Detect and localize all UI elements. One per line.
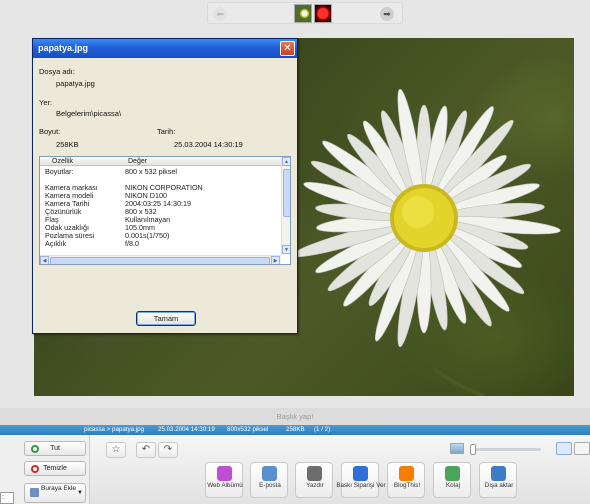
property-value: 800 x 532 piksel (125, 167, 177, 176)
date-label: Tarih: (157, 127, 176, 136)
column-header-value[interactable]: Değer (128, 158, 147, 165)
collage-button[interactable]: Kolaj (433, 462, 471, 498)
zoom-slider[interactable] (471, 448, 541, 451)
rotate-left-icon[interactable]: ↶ (136, 442, 156, 458)
album-icon (30, 488, 39, 497)
date-value: 25.03.2004 14:30:19 (174, 140, 243, 149)
bottom-toolbar: Tut Temizle Buraya Ekle ▼ : 3% ☆ ↶ ↷ Web… (0, 435, 590, 504)
filmstrip: ⬅ ➡ (207, 2, 403, 24)
blogger-icon (399, 466, 414, 481)
hold-label: Tut (50, 445, 60, 452)
properties-table: Özellik Değer Boyutlar: 800 x 532 piksel K… (39, 156, 291, 265)
caption-field[interactable]: Başlık yap! (0, 408, 590, 425)
filmstrip-view-icon[interactable] (574, 442, 590, 455)
web-album-button[interactable]: Web Albümü (205, 462, 243, 498)
info-position: (1 / 2) (314, 426, 331, 433)
toolbar-button-label: BlogThis! (393, 482, 421, 489)
rotate-right-icon[interactable]: ↷ (158, 442, 178, 458)
ok-button[interactable]: Tamam (136, 311, 196, 326)
size-label: Boyut: (39, 127, 61, 136)
table-header: Özellik Değer (40, 157, 281, 166)
image-size-icon (450, 443, 464, 454)
location-label: Yer: (39, 98, 53, 107)
size-value: 258KB (56, 140, 79, 149)
filename-value: papatya.jpg (56, 79, 95, 88)
export-button[interactable]: Dışa aktar (479, 462, 517, 498)
scroll-right-icon[interactable]: ▶ (271, 256, 280, 264)
add-here-label: Buraya Ekle (41, 485, 77, 492)
property-name: Boyutlar: (45, 167, 74, 176)
info-path: picassa > papatya.jpg (84, 426, 145, 433)
toolbar-button-label: Web Albümü (207, 482, 243, 489)
single-view-icon[interactable] (556, 442, 572, 455)
hold-button[interactable]: Tut (24, 441, 86, 456)
vertical-scrollbar[interactable]: ▲ ▼ (281, 157, 290, 255)
add-here-button[interactable]: Buraya Ekle ▼ (24, 483, 86, 503)
scrollbar-thumb[interactable] (50, 257, 270, 264)
property-name: Açıklık (45, 239, 67, 248)
dialog-title: papatya.jpg (33, 39, 297, 58)
info-size: 258KB (286, 426, 305, 433)
export-icon (491, 466, 506, 481)
table-row[interactable]: Açıklık f/8.0 (45, 240, 280, 248)
scrollbar-thumb[interactable] (283, 169, 290, 217)
toolbar-button-label: E-posta (259, 482, 281, 489)
scroll-left-icon[interactable]: ◀ (40, 256, 49, 264)
order-prints-button[interactable]: Baskı Siparişi Ver (336, 462, 386, 498)
thumbnail-red-flower[interactable] (314, 4, 332, 23)
horizontal-scrollbar[interactable]: ◀ ▶ (40, 255, 281, 264)
blogger-button[interactable]: BlogThis! (387, 462, 425, 498)
chevron-down-icon: ▼ (77, 490, 83, 496)
web-album-icon (217, 466, 232, 481)
clear-label: Temizle (43, 465, 67, 472)
hold-dot-icon (31, 445, 39, 453)
location-value: Belgelerim\picassa\ (56, 109, 122, 118)
table-row[interactable]: Pozlama süresi 0.001s(1/750) (45, 232, 280, 240)
column-header-property[interactable]: Özellik (52, 158, 73, 165)
zoom-slider-handle[interactable] (470, 444, 476, 455)
email-button[interactable]: E-posta (250, 462, 288, 498)
clear-button[interactable]: Temizle (24, 461, 86, 476)
properties-dialog: papatya.jpg ✕ Dosya adı: papatya.jpg Yer… (32, 38, 298, 334)
close-icon[interactable]: ✕ (280, 41, 295, 56)
arrow-left-icon[interactable]: ⬅ (213, 7, 227, 21)
toolbar-button-label: Baskı Siparişi Ver (336, 482, 386, 489)
scroll-up-icon[interactable]: ▲ (282, 157, 290, 166)
info-bar: picassa > papatya.jpg 25.03.2004 14:30:1… (0, 425, 590, 435)
zoom-readout: : 3% (0, 492, 14, 504)
toolbar-button-label: Kolaj (445, 482, 460, 489)
email-icon (262, 466, 277, 481)
printer-icon (307, 466, 322, 481)
property-value: f/8.0 (125, 239, 139, 248)
toolbar-button-label: Yazdır (306, 482, 324, 489)
info-dimensions: 800x532 piksel (227, 426, 269, 433)
star-icon[interactable]: ☆ (106, 442, 126, 458)
order-prints-icon (353, 466, 368, 481)
scroll-down-icon[interactable]: ▼ (282, 245, 290, 254)
thumbnail-papatya[interactable] (294, 4, 312, 23)
toolbar-button-label: Dışa aktar (484, 482, 514, 489)
filename-label: Dosya adı: (39, 67, 75, 76)
collage-icon (445, 466, 460, 481)
table-row[interactable]: Boyutlar: 800 x 532 piksel (45, 168, 280, 176)
daisy-image (291, 88, 561, 396)
arrow-right-icon[interactable]: ➡ (380, 7, 394, 21)
info-date: 25.03.2004 14:30:19 (158, 426, 215, 433)
clear-dot-icon (31, 465, 39, 473)
printer-button[interactable]: Yazdır (295, 462, 333, 498)
